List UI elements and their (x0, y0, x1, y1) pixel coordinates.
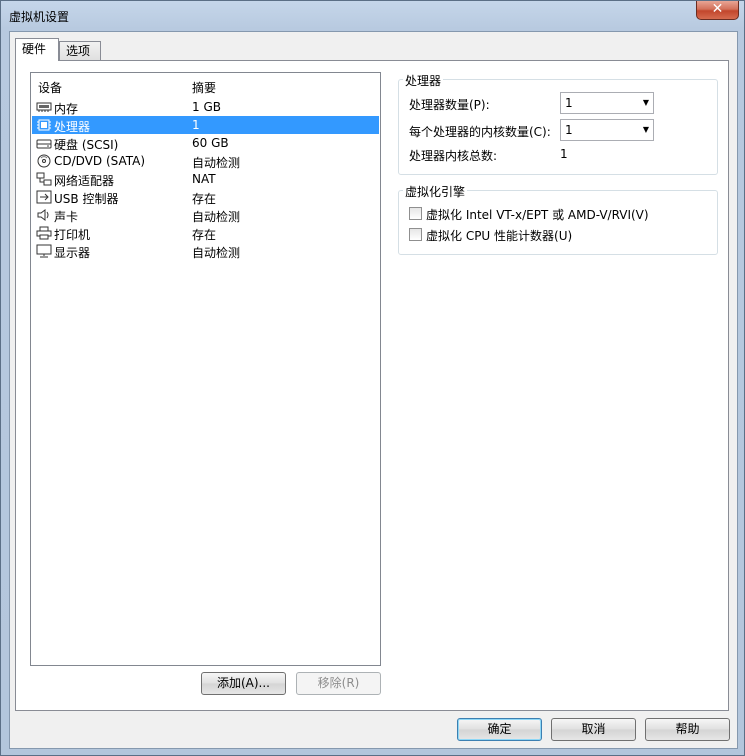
device-summary: 自动检测 (192, 156, 241, 170)
column-header-device[interactable]: 设备 (38, 79, 62, 96)
total-cores-value: 1 (560, 147, 568, 161)
dialog-client: 硬件 选项 设备 摘要 内存 1 GB 处理器 1 硬盘 (SCSI) 60 G… (9, 31, 738, 749)
dropdown-arrow-icon: ▼ (642, 98, 649, 107)
device-summary: 存在 (192, 228, 217, 242)
device-row-display[interactable]: 显示器 自动检测 (32, 242, 379, 260)
device-name: 显示器 (54, 246, 91, 260)
add-button[interactable]: 添加(A)... (201, 672, 286, 695)
device-name: 硬盘 (SCSI) (54, 138, 119, 152)
tab-hardware[interactable]: 硬件 (15, 38, 59, 61)
help-button[interactable]: 帮助 (645, 718, 730, 741)
network-adapter-icon (36, 172, 52, 186)
device-row-usb-controller[interactable]: USB 控制器 存在 (32, 188, 379, 206)
device-name: 打印机 (54, 228, 91, 242)
device-summary: 60 GB (192, 136, 229, 150)
device-summary: 自动检测 (192, 210, 241, 224)
vtx-checkbox-row[interactable]: 虚拟化 Intel VT-x/EPT 或 AMD-V/RVI(V) (409, 206, 709, 222)
device-list[interactable]: 设备 摘要 内存 1 GB 处理器 1 硬盘 (SCSI) 60 GB CD/D… (30, 72, 381, 666)
cores-per-processor-select[interactable]: 1 ▼ (560, 119, 654, 141)
device-summary: 自动检测 (192, 246, 241, 260)
device-summary: 1 (192, 118, 200, 132)
device-summary: 存在 (192, 192, 217, 206)
total-cores-label: 处理器内核总数: (409, 149, 498, 163)
dropdown-arrow-icon: ▼ (642, 125, 649, 134)
column-header-summary[interactable]: 摘要 (192, 79, 216, 96)
hard-disk-icon (36, 139, 52, 149)
monitor-icon (36, 244, 52, 258)
cores-per-processor-label: 每个处理器的内核数量(C): (409, 125, 551, 139)
device-name: 内存 (54, 102, 79, 116)
device-row-memory[interactable]: 内存 1 GB (32, 98, 379, 116)
tab-options-label: 选项 (66, 44, 91, 58)
device-summary: 1 GB (192, 100, 221, 114)
processor-count-label: 处理器数量(P): (409, 98, 490, 112)
device-name: 处理器 (54, 120, 91, 134)
perf-counters-checkbox[interactable] (409, 228, 422, 241)
window-title: 虚拟机设置 (9, 10, 70, 24)
cd-dvd-icon (37, 154, 51, 168)
cores-per-processor-value: 1 (565, 123, 573, 137)
vtx-checkbox[interactable] (409, 207, 422, 220)
device-row-hard-disk[interactable]: 硬盘 (SCSI) 60 GB (32, 134, 379, 152)
device-summary: NAT (192, 172, 216, 186)
remove-button[interactable]: 移除(R) (296, 672, 381, 695)
device-row-network-adapter[interactable]: 网络适配器 NAT (32, 170, 379, 188)
perf-counters-checkbox-row[interactable]: 虚拟化 CPU 性能计数器(U) (409, 227, 709, 243)
tab-options[interactable]: 选项 (59, 41, 101, 60)
close-icon: ✕ (711, 1, 724, 17)
vtx-checkbox-label[interactable]: 虚拟化 Intel VT-x/EPT 或 AMD-V/RVI(V) (426, 206, 649, 223)
virtualization-group-title: 虚拟化引擎 (403, 183, 468, 200)
device-name: 声卡 (54, 210, 79, 224)
device-row-printer[interactable]: 打印机 存在 (32, 224, 379, 242)
processors-group-title: 处理器 (403, 72, 444, 89)
device-row-cd-dvd[interactable]: CD/DVD (SATA) 自动检测 (32, 152, 379, 170)
device-name: 网络适配器 (54, 174, 115, 188)
usb-icon (36, 190, 52, 204)
dialog-window: 虚拟机设置 ✕ 硬件 选项 设备 摘要 内存 1 GB 处理器 1 硬盘 (SC… (0, 0, 745, 756)
device-name: USB 控制器 (54, 192, 119, 206)
perf-counters-checkbox-label[interactable]: 虚拟化 CPU 性能计数器(U) (426, 227, 572, 244)
cancel-button[interactable]: 取消 (551, 718, 636, 741)
device-row-sound-card[interactable]: 声卡 自动检测 (32, 206, 379, 224)
hardware-panel: 设备 摘要 内存 1 GB 处理器 1 硬盘 (SCSI) 60 GB CD/D… (15, 60, 729, 711)
speaker-icon (37, 209, 49, 221)
processor-count-select[interactable]: 1 ▼ (560, 92, 654, 114)
processor-count-value: 1 (565, 96, 573, 110)
device-row-processor[interactable]: 处理器 1 (32, 116, 379, 134)
device-name: CD/DVD (SATA) (54, 154, 146, 168)
ok-button[interactable]: 确定 (457, 718, 542, 741)
printer-icon (36, 226, 52, 240)
close-button[interactable]: ✕ (696, 1, 739, 20)
processor-icon (37, 119, 51, 131)
memory-icon (36, 102, 52, 112)
list-header: 设备 摘要 (31, 73, 380, 95)
tab-hardware-label: 硬件 (22, 42, 47, 56)
title-bar[interactable]: 虚拟机设置 ✕ (1, 1, 744, 29)
